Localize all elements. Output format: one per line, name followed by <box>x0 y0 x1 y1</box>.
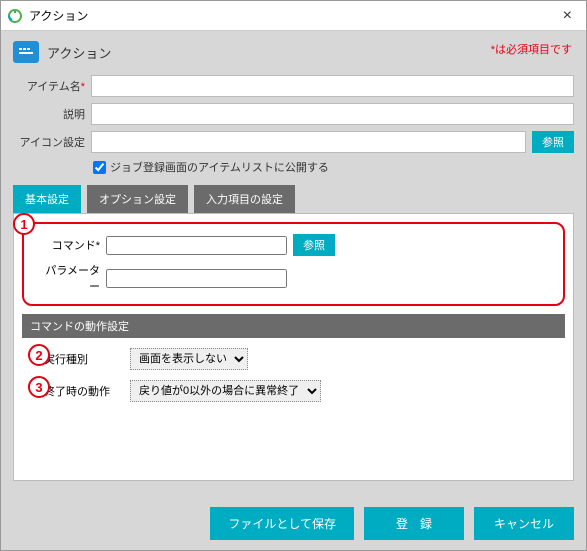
tab-input[interactable]: 入力項目の設定 <box>194 185 295 213</box>
description-label: 説明 <box>13 106 85 122</box>
window-title: アクション <box>29 7 555 24</box>
action-icon <box>13 41 39 63</box>
required-note: *は必須項目です <box>491 41 572 57</box>
description-input[interactable] <box>91 103 574 125</box>
cancel-button[interactable]: キャンセル <box>474 507 574 540</box>
publish-label: ジョブ登録画面のアイテムリストに公開する <box>110 159 329 175</box>
end-action-select[interactable]: 戻り値が0以外の場合に異常終了 <box>130 380 321 402</box>
annotation-circle-3: 3 <box>28 376 50 398</box>
annotation-box-1: 1 コマンド* 参照 パラメーター <box>22 222 565 306</box>
exec-type-label: 実行種別 <box>44 351 130 367</box>
publish-checkbox[interactable] <box>93 161 106 174</box>
section-header: コマンドの動作設定 <box>22 314 565 338</box>
item-name-label: アイテム名* <box>13 78 85 94</box>
end-action-label: 終了時の動作 <box>44 383 130 399</box>
tab-basic[interactable]: 基本設定 <box>13 185 81 213</box>
tab-panel: 1 コマンド* 参照 パラメーター コマンドの動作設定 2 実行種別 画面を表示… <box>13 213 574 481</box>
item-name-input[interactable] <box>91 75 574 97</box>
icon-browse-button[interactable]: 参照 <box>532 131 574 153</box>
parameter-input[interactable] <box>106 269 287 288</box>
icon-setting-input[interactable] <box>91 131 526 153</box>
exec-type-select[interactable]: 画面を表示しない <box>130 348 248 370</box>
dialog-title: アクション <box>47 43 111 62</box>
tab-option[interactable]: オプション設定 <box>87 185 188 213</box>
close-icon[interactable]: × <box>555 7 580 25</box>
register-button[interactable]: 登 録 <box>364 507 464 540</box>
annotation-circle-2: 2 <box>28 344 50 366</box>
footer: ファイルとして保存 登 録 キャンセル <box>1 497 586 550</box>
parameter-label: パラメーター <box>40 262 100 294</box>
titlebar: アクション × <box>1 1 586 31</box>
command-input[interactable] <box>106 236 287 255</box>
tabs: 基本設定 オプション設定 入力項目の設定 <box>13 185 574 213</box>
command-browse-button[interactable]: 参照 <box>293 234 335 256</box>
save-as-file-button[interactable]: ファイルとして保存 <box>210 507 354 540</box>
app-icon <box>7 8 23 24</box>
icon-setting-label: アイコン設定 <box>13 134 85 150</box>
command-label: コマンド* <box>40 237 100 253</box>
annotation-circle-1: 1 <box>13 213 35 235</box>
